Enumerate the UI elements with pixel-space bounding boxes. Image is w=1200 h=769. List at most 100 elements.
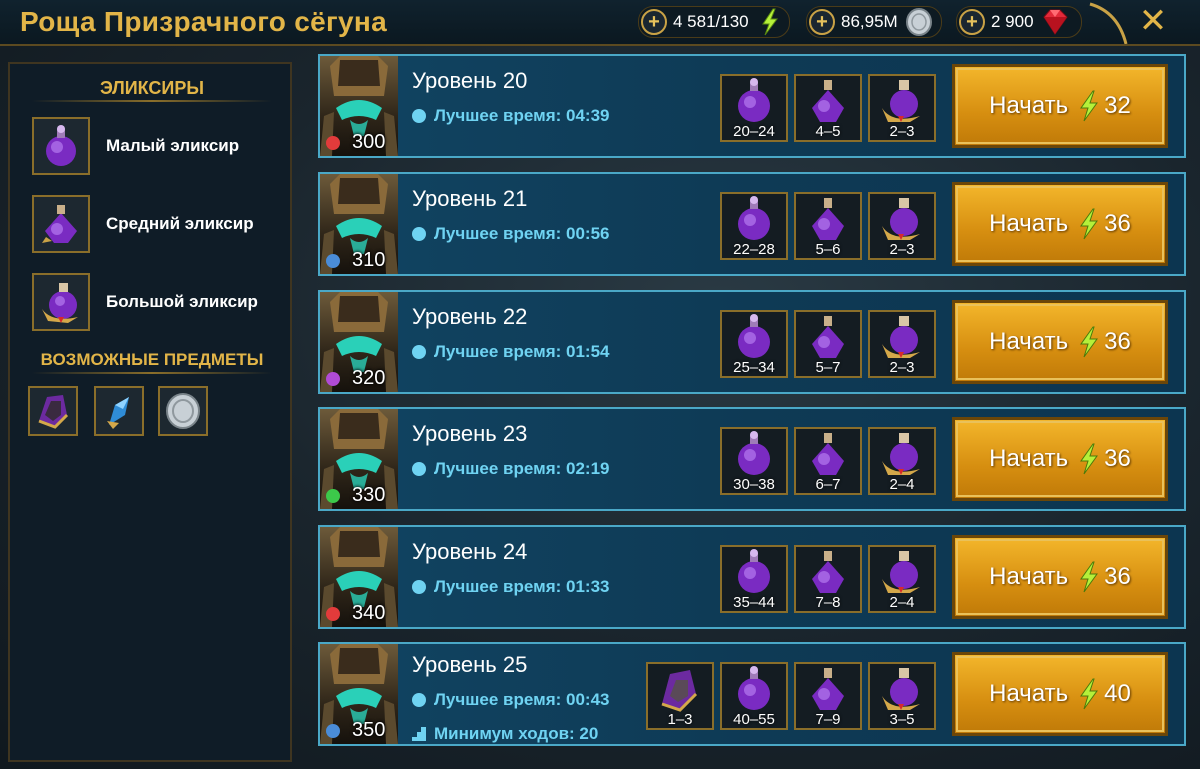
elixir-large-icon[interactable]	[32, 273, 90, 331]
start-button[interactable]: Начать 36	[952, 300, 1168, 384]
elixir-small[interactable]: Малый эликсир	[32, 114, 292, 178]
elixir-small-icon	[738, 666, 770, 710]
boss-portrait: 340	[320, 527, 398, 627]
best-time: Лучшее время: 00:56	[412, 224, 609, 244]
drop-elixir-small[interactable]: 20–24	[720, 74, 788, 142]
drop-elixir-large[interactable]: 3–5	[868, 662, 936, 730]
boss-portrait: 330	[320, 409, 398, 509]
drop-elixir-small[interactable]: 30–38	[720, 427, 788, 495]
elixir-large-icon	[882, 80, 920, 122]
boss-portrait: 350	[320, 644, 398, 744]
energy-cost: 36	[1104, 210, 1131, 237]
best-time-text: Лучшее время: 00:43	[434, 690, 610, 709]
level-row-22[interactable]: 320 Уровень 22 Лучшее время: 01:54 25–34…	[318, 290, 1186, 394]
drop-elixir-large[interactable]: 2–4	[868, 545, 936, 613]
energy-cost: 36	[1104, 328, 1131, 355]
start-button[interactable]: Начать 40	[952, 652, 1168, 736]
artifact-helmet-icon[interactable]	[28, 386, 78, 436]
drop-elixir-small[interactable]: 22–28	[720, 192, 788, 260]
best-time: Лучшее время: 00:43	[412, 690, 609, 710]
level-title: Уровень 24	[412, 539, 528, 564]
boss-power: 310	[352, 249, 386, 271]
level-row-24[interactable]: 340 Уровень 24 Лучшее время: 01:33 35–44…	[318, 525, 1186, 629]
boss-portrait: 320	[320, 292, 398, 392]
plus-icon[interactable]: +	[959, 9, 985, 35]
ruby-icon	[1042, 9, 1068, 35]
best-time-text: Лучшее время: 01:54	[434, 342, 610, 361]
drop-quantity: 35–44	[733, 594, 775, 611]
clock-icon	[412, 462, 426, 476]
start-button[interactable]: Начать 32	[952, 64, 1168, 148]
possible-items-title: ВОЗМОЖНЫЕ ПРЕДМЕТЫ	[40, 350, 264, 369]
elixir-medium[interactable]: Средний эликсир	[32, 192, 292, 256]
drop-elixir-large[interactable]: 2–4	[868, 427, 936, 495]
elixir-large-icon	[882, 433, 920, 475]
energy-cost: 36	[1104, 445, 1131, 472]
drop-quantity: 2–3	[889, 359, 915, 376]
start-label: Начать	[989, 563, 1069, 590]
start-label: Начать	[989, 680, 1069, 707]
drop-elixir-medium[interactable]: 7–9	[794, 662, 862, 730]
energy-cost: 32	[1104, 92, 1131, 119]
drop-quantity: 5–7	[815, 359, 841, 376]
drop-quantity: 4–5	[815, 123, 841, 140]
energy-counter[interactable]: + 4 581/130	[638, 6, 790, 38]
energy-value: 4 581/130	[673, 12, 749, 31]
boss-power: 340	[352, 602, 386, 624]
best-time-text: Лучшее время: 02:19	[434, 459, 610, 478]
level-row-23[interactable]: 330 Уровень 23 Лучшее время: 02:19 30–38…	[318, 407, 1186, 511]
level-row-21[interactable]: 310 Уровень 21 Лучшее время: 00:56 22–28…	[318, 172, 1186, 276]
silver-value: 86,95M	[841, 12, 898, 31]
drop-quantity: 40–55	[733, 711, 775, 728]
drop-elixir-large[interactable]: 2–3	[868, 310, 936, 378]
boss-power: 300	[352, 131, 386, 153]
start-button[interactable]: Начать 36	[952, 417, 1168, 501]
drop-quantity: 6–7	[815, 476, 841, 493]
start-label: Начать	[989, 210, 1069, 237]
gems-counter[interactable]: + 2 900	[956, 6, 1082, 38]
drop-quantity: 2–3	[889, 241, 915, 258]
lightning-icon	[1080, 561, 1099, 593]
start-label: Начать	[989, 445, 1069, 472]
drop-elixir-medium[interactable]: 4–5	[794, 74, 862, 142]
faction-icon	[326, 724, 340, 738]
start-button[interactable]: Начать 36	[952, 535, 1168, 619]
elixir-small-icon[interactable]	[32, 117, 90, 175]
drop-artifact[interactable]: 1–3	[646, 662, 714, 730]
elixir-small-icon	[738, 196, 770, 240]
close-icon[interactable]: ✕	[1136, 4, 1170, 38]
lightning-icon	[761, 8, 778, 36]
elixir-large[interactable]: Большой эликсир	[32, 270, 292, 334]
elixir-large-icon	[882, 198, 920, 240]
elixir-medium-icon	[812, 316, 844, 358]
silver-counter[interactable]: + 86,95M	[806, 6, 942, 38]
plus-icon[interactable]: +	[809, 9, 835, 35]
elixir-small-label: Малый эликсир	[106, 136, 240, 155]
drop-elixir-medium[interactable]: 5–6	[794, 192, 862, 260]
drop-elixir-large[interactable]: 2–3	[868, 74, 936, 142]
artifact-gem-icon[interactable]	[94, 386, 144, 436]
drop-elixir-medium[interactable]: 7–8	[794, 545, 862, 613]
elixir-medium-icon	[812, 198, 844, 240]
level-row-20[interactable]: 300 Уровень 20 Лучшее время: 04:39 20–24…	[318, 54, 1186, 158]
drop-elixir-small[interactable]: 35–44	[720, 545, 788, 613]
elixir-medium-icon	[812, 433, 844, 475]
boss-portrait: 300	[320, 56, 398, 156]
elixir-small-icon	[738, 431, 770, 475]
best-time: Лучшее время: 04:39	[412, 106, 609, 126]
drop-elixir-medium[interactable]: 6–7	[794, 427, 862, 495]
start-button[interactable]: Начать 36	[952, 182, 1168, 266]
clock-icon	[412, 345, 426, 359]
elixirs-title: ЭЛИКСИРЫ	[99, 78, 204, 98]
drop-elixir-large[interactable]: 2–3	[868, 192, 936, 260]
plus-icon[interactable]: +	[641, 9, 667, 35]
start-label: Начать	[989, 328, 1069, 355]
drop-elixir-medium[interactable]: 5–7	[794, 310, 862, 378]
drop-elixir-small[interactable]: 40–55	[720, 662, 788, 730]
faction-icon	[326, 254, 340, 268]
drop-elixir-small[interactable]: 25–34	[720, 310, 788, 378]
stairs-icon	[412, 727, 426, 741]
elixir-medium-icon[interactable]	[32, 195, 90, 253]
silver-icon[interactable]	[158, 386, 208, 436]
level-row-25[interactable]: 350 Уровень 25 Лучшее время: 00:43 1–3 40…	[318, 642, 1186, 746]
